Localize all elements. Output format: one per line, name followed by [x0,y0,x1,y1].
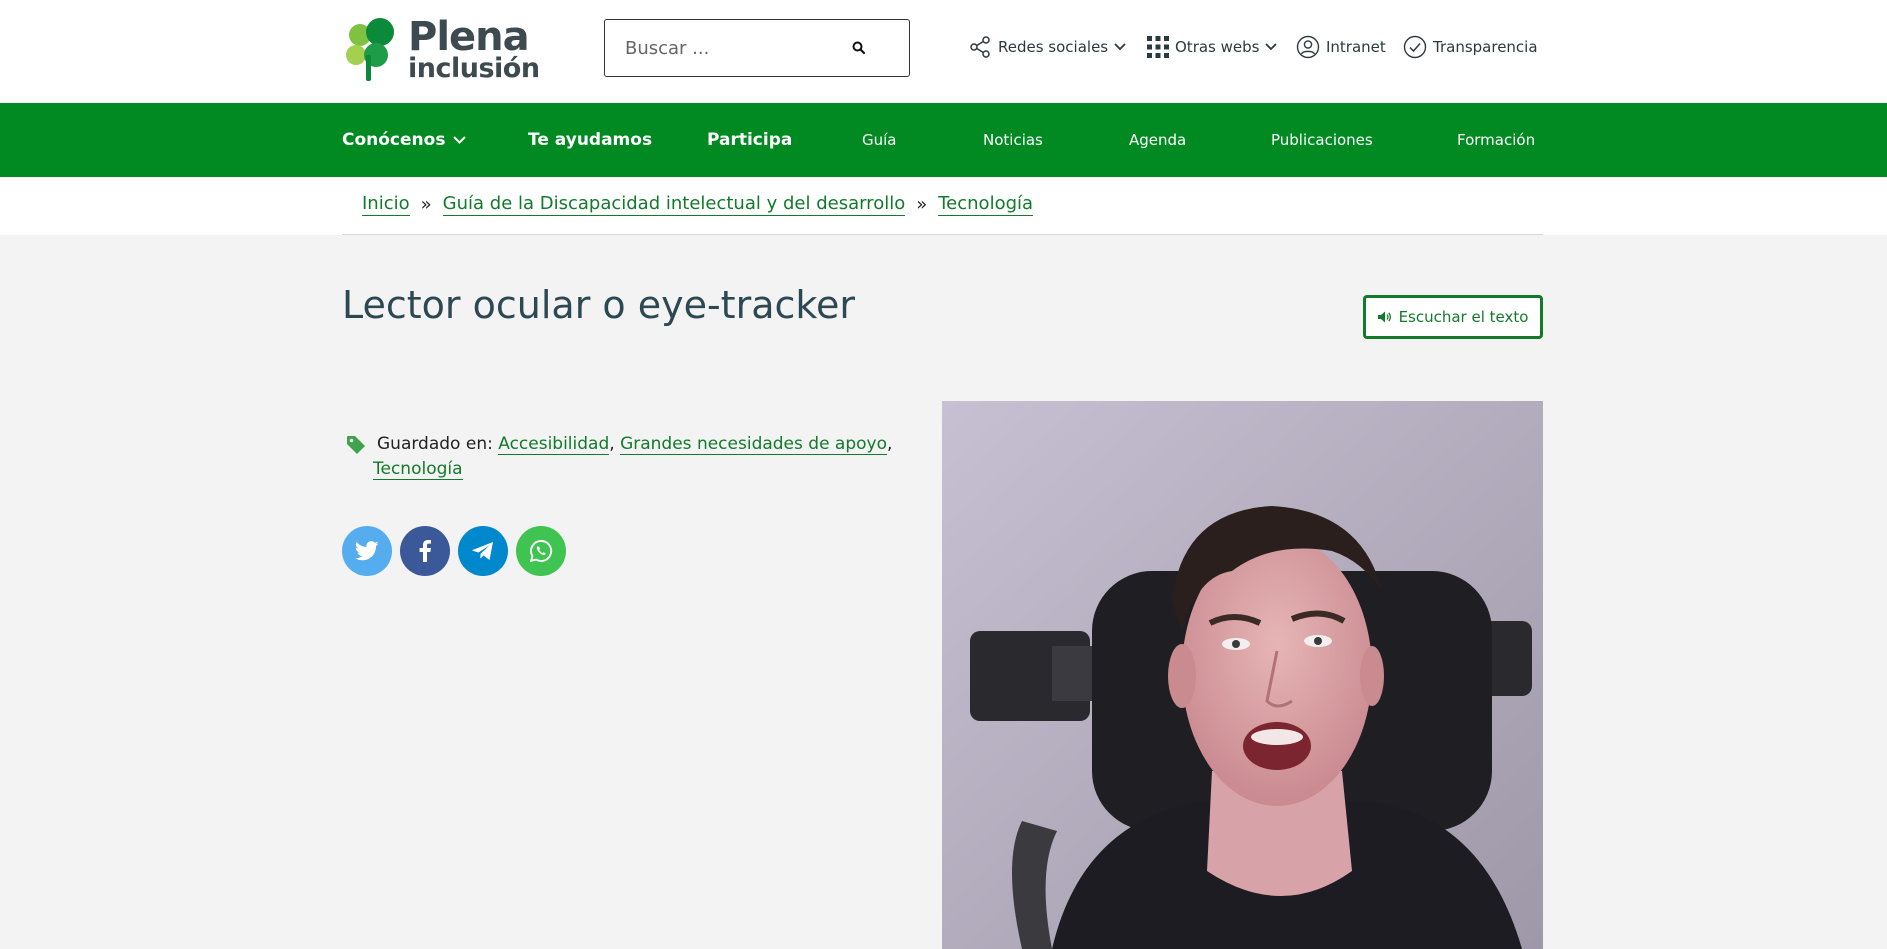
tags-block: Guardado en: Accesibilidad, Grandes nece… [346,432,892,482]
search-box [604,19,910,77]
listen-text-button[interactable]: Escuchar el texto [1363,295,1543,339]
nav-item-conocenos[interactable]: Conócenos [342,103,467,177]
twitter-share-button[interactable] [342,526,392,576]
nav-item-label: Publicaciones [1271,131,1373,149]
search-input[interactable] [605,37,845,59]
person-photo-image [942,401,1543,949]
chevron-down-icon [1114,43,1126,51]
clover-logo-icon [346,18,394,81]
breadcrumb-link-inicio[interactable]: Inicio [362,193,410,216]
speaker-icon [1377,311,1391,323]
main-nav: Conócenos Te ayudamos Participa Guía Not… [0,103,1887,177]
nav-item-publicaciones[interactable]: Publicaciones [1271,103,1373,177]
nav-item-label: Participa [707,130,793,150]
nav-item-guia[interactable]: Guía [862,103,897,177]
tag-separator: , [609,434,615,454]
breadcrumb-separator: » [916,194,928,215]
tag-link-grandes-necesidades[interactable]: Grandes necesidades de apoyo [620,434,888,455]
tags-row: Tecnología [346,457,866,482]
transparency-link[interactable]: Transparencia [1403,34,1538,60]
search-icon[interactable] [851,40,867,56]
nav-item-label: Noticias [983,131,1043,149]
intranet-label: Intranet [1326,38,1386,56]
tag-icon [347,436,365,454]
nav-item-label: Te ayudamos [528,130,653,150]
nav-item-participa[interactable]: Participa [707,103,792,177]
nav-item-noticias[interactable]: Noticias [983,103,1043,177]
breadcrumb-link-tecnologia[interactable]: Tecnología [938,193,1034,216]
telegram-icon [472,542,493,560]
tag-link-tecnologia[interactable]: Tecnología [373,459,463,480]
chevron-down-icon [453,136,467,144]
share-buttons [342,526,574,576]
twitter-icon [355,541,379,561]
listen-text-label: Escuchar el texto [1398,308,1529,326]
intranet-link[interactable]: Intranet [1296,34,1386,60]
grid-icon [1147,36,1169,58]
chevron-down-icon [1265,43,1278,51]
breadcrumb-link-guia[interactable]: Guía de la Discapacidad intelectual y de… [442,193,906,216]
other-webs-label: Otras webs [1175,38,1260,56]
facebook-icon [419,540,431,562]
social-networks-label: Redes sociales [998,38,1109,56]
telegram-share-button[interactable] [458,526,508,576]
nav-item-agenda[interactable]: Agenda [1129,103,1186,177]
check-circle-icon [1403,35,1427,59]
logo-line-1: Plena [408,13,530,60]
other-webs-menu[interactable]: Otras webs [1147,34,1278,60]
transparency-label: Transparencia [1433,38,1538,56]
nav-item-label: Agenda [1129,131,1187,149]
logo-text: Plena inclusión [408,17,540,82]
logo-line-2: inclusión [408,52,540,84]
tags-label: Guardado en: [377,434,493,454]
tags-row: Guardado en: Accesibilidad, Grandes nece… [346,432,892,457]
page-title: Lector ocular o eye-tracker [342,283,856,327]
social-networks-menu[interactable]: Redes sociales [968,34,1126,60]
breadcrumb-separator: » [420,194,432,215]
nav-item-label: Guía [862,131,897,149]
nav-item-label: Conócenos [342,130,446,150]
share-nodes-icon [970,36,990,58]
breadcrumb: Inicio » Guía de la Discapacidad intelec… [362,193,1034,216]
user-circle-icon [1296,35,1320,59]
whatsapp-icon [529,540,553,563]
article-image [942,401,1543,949]
tag-link-accesibilidad[interactable]: Accesibilidad [498,434,610,455]
site-logo[interactable]: Plena inclusión [342,14,542,84]
site-header: Plena inclusión Redes sociales Otras w [0,0,1887,103]
nav-item-formacion[interactable]: Formación [1457,103,1535,177]
tag-separator: , [887,434,893,454]
whatsapp-share-button[interactable] [516,526,566,576]
nav-item-label: Formación [1457,131,1536,149]
nav-item-te-ayudamos[interactable]: Te ayudamos [528,103,652,177]
facebook-share-button[interactable] [400,526,450,576]
breadcrumb-divider [342,234,1543,235]
